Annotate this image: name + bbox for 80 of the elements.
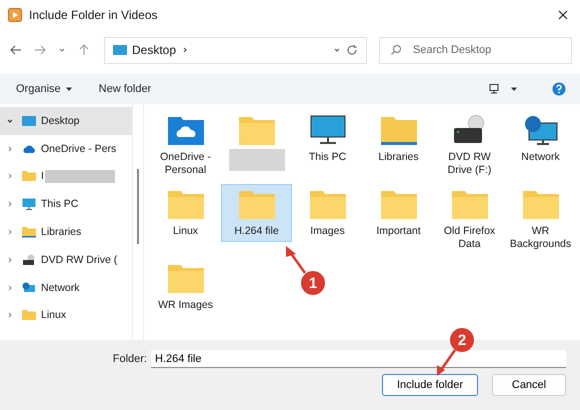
new-folder-button[interactable]: New folder [96, 80, 154, 98]
help-icon[interactable] [552, 82, 566, 96]
address-crumb[interactable]: Desktop [132, 43, 176, 57]
folder-label: Folder: [112, 353, 147, 365]
folder-icon [310, 189, 346, 219]
network-icon [522, 115, 558, 145]
library-folder-icon [22, 226, 36, 238]
include-folder-button[interactable]: Include folder [382, 374, 478, 396]
monitor-icon [22, 198, 36, 210]
chevron-down-icon[interactable] [6, 116, 14, 125]
scrollbar-thumb[interactable] [137, 169, 139, 244]
chevron-right-icon[interactable] [6, 284, 14, 292]
caret-down-icon[interactable] [510, 85, 518, 93]
callout-number: 2 [450, 328, 474, 352]
sidebar-item[interactable]: Desktop [0, 107, 132, 135]
file-tile[interactable]: Libraries [363, 110, 434, 168]
redacted-block [228, 149, 284, 171]
file-tile[interactable]: WR Backgrounds [505, 184, 576, 255]
chevron-right-icon[interactable] [6, 172, 14, 180]
cloud-folder-icon [168, 115, 204, 145]
sidebar-item[interactable]: DVD RW Drive ( [0, 246, 132, 274]
file-tile[interactable]: H.264 file [221, 184, 292, 242]
forward-arrow-icon[interactable] [34, 44, 46, 56]
monitor-icon[interactable] [488, 83, 500, 95]
file-tile[interactable]: Images [292, 184, 363, 242]
up-arrow-icon[interactable] [78, 44, 90, 56]
desktop-icon [22, 114, 36, 127]
refresh-icon[interactable] [346, 44, 358, 56]
cancel-button[interactable]: Cancel [492, 374, 566, 396]
folder-icon [168, 189, 204, 219]
callout-arrow [286, 246, 306, 274]
chevron-right-icon[interactable] [6, 256, 14, 264]
folder-icon [22, 309, 36, 322]
video-app-icon [8, 8, 22, 22]
disc-drive-icon [22, 254, 36, 266]
folder-icon [238, 189, 274, 219]
redacted-block [44, 170, 115, 183]
folder-icon [238, 115, 274, 145]
close-icon[interactable] [558, 10, 568, 20]
folder-icon [452, 189, 488, 219]
network-icon [22, 282, 36, 294]
sidebar-item[interactable]: Linux [0, 302, 132, 330]
chevron-right-icon[interactable] [6, 144, 14, 153]
file-tile[interactable]: DVD RW Drive (F:) [434, 110, 505, 181]
search-field[interactable]: Search Desktop [379, 36, 572, 64]
callout-number: 1 [301, 271, 325, 295]
sidebar-item[interactable]: I [0, 162, 132, 190]
window-title: Include Folder in Videos [29, 8, 159, 22]
file-tile[interactable]: WR Images [150, 258, 221, 316]
file-tile[interactable]: OneDrive - Personal [150, 110, 221, 181]
folder-icon [168, 263, 204, 293]
chevron-down-icon[interactable] [333, 46, 341, 54]
file-tile[interactable]: Important [363, 184, 434, 242]
monitor-icon [310, 115, 346, 145]
chevron-right-icon[interactable] [6, 200, 14, 208]
sidebar-item[interactable]: OneDrive - Pers [0, 134, 132, 163]
back-arrow-icon[interactable] [10, 44, 22, 56]
caret-down-icon [64, 85, 73, 93]
file-tile[interactable]: Old Firefox Data [434, 184, 505, 255]
callout-arrow [437, 349, 456, 376]
file-tile[interactable]: Linux [150, 184, 221, 242]
chevron-right-icon[interactable] [6, 228, 14, 236]
search-icon [390, 44, 402, 56]
organise-menu-button[interactable]: Organise [14, 80, 75, 98]
folder-icon [380, 189, 416, 219]
sidebar-item[interactable]: Network [0, 274, 132, 302]
chevron-down-icon[interactable] [58, 46, 66, 54]
address-bar[interactable]: Desktop [104, 36, 367, 64]
folder-name-field[interactable]: H.264 file [151, 350, 566, 368]
file-tile[interactable]: Network [505, 110, 576, 168]
file-tile[interactable]: This PC [292, 110, 363, 168]
cloud-icon [22, 142, 36, 155]
sidebar-item[interactable]: This PC [0, 190, 132, 218]
chevron-right-icon [181, 46, 190, 54]
chevron-right-icon[interactable] [6, 311, 14, 320]
folder-icon [522, 189, 558, 219]
desktop-icon [113, 44, 127, 56]
sidebar-item[interactable]: Libraries [0, 218, 132, 246]
folder-icon [22, 170, 36, 182]
library-folder-icon [380, 115, 416, 145]
